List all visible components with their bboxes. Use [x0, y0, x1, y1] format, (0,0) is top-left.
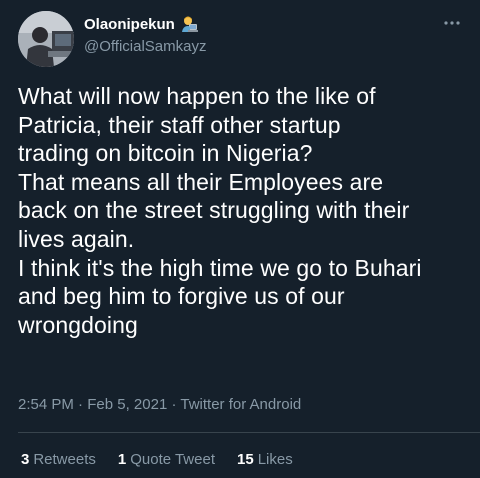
display-name[interactable]: Olaonipekun [84, 16, 175, 33]
tweet-text-line: Patricia, their staff other startup [18, 111, 341, 138]
tweet-text-line: That means all their Employees are [18, 168, 384, 195]
display-name-row: Olaonipekun [84, 13, 206, 35]
tweet-date[interactable]: Feb 5, 2021 [87, 396, 167, 413]
meta-separator: · [78, 396, 88, 413]
more-options-icon[interactable] [442, 13, 462, 33]
technologist-emoji-icon [180, 15, 198, 33]
avatar-photo [18, 11, 74, 67]
likes-count: 15 [237, 451, 254, 468]
author-names: Olaonipekun @OfficialSamkayz [84, 13, 206, 56]
tweet-text: What will now happen to the like of Patr… [18, 82, 466, 339]
divider [18, 432, 480, 433]
tweet-text-line: What will now happen to the like of [18, 83, 376, 109]
tweet-text-line: trading on bitcoin in Nigeria? [18, 140, 313, 167]
retweets-label: Retweets [33, 451, 96, 468]
tweet-stats: 3 Retweets 1 Quote Tweet 15 Likes [21, 451, 315, 468]
tweet-text-line: lives again. [18, 225, 135, 252]
tweet-header: Olaonipekun @OfficialSamkayz [18, 11, 462, 67]
tweet-text-line: I think it's the high time we go to Buha… [18, 254, 422, 281]
tweet-time[interactable]: 2:54 PM [18, 396, 74, 413]
tweet-card: Olaonipekun @OfficialSamkayz What will n… [0, 0, 480, 478]
tweet-text-line: and beg him to forgive us of our [18, 283, 345, 310]
retweets-count: 3 [21, 451, 30, 468]
retweets-stat[interactable]: 3 Retweets [21, 451, 96, 468]
quote-tweets-label: Quote Tweet [130, 451, 215, 468]
quote-tweets-stat[interactable]: 1 Quote Tweet [118, 451, 215, 468]
likes-stat[interactable]: 15 Likes [237, 451, 293, 468]
author-handle[interactable]: @OfficialSamkayz [84, 38, 206, 55]
tweet-text-line: back on the street struggling with their [18, 197, 410, 224]
tweet-source[interactable]: Twitter for Android [180, 396, 301, 413]
avatar[interactable] [18, 11, 74, 67]
quote-tweets-count: 1 [117, 451, 127, 468]
likes-label: Likes [257, 451, 293, 468]
tweet-text-line: wrongdoing [18, 311, 138, 338]
tweet-meta: 2:54 PM · Feb 5, 2021 · Twitter for Andr… [18, 396, 301, 413]
